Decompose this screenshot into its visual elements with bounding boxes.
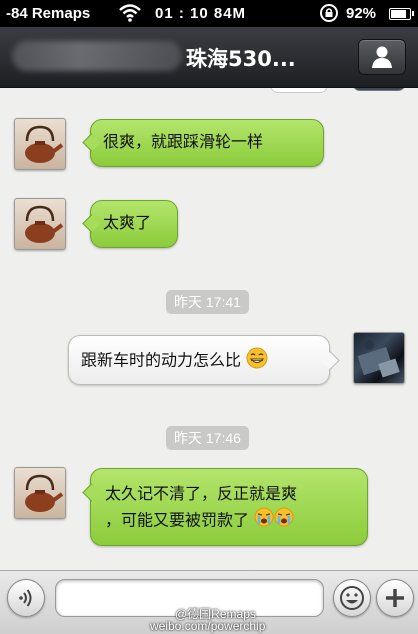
input-bar: @德国Remaps weibo.com/powerchip	[0, 570, 418, 634]
status-bar: -84 Remaps 01 : 10 84M 92%	[0, 0, 418, 27]
message-bubble[interactable]: 很爽，就跟踩滑轮一样	[90, 119, 324, 167]
battery-icon	[389, 8, 414, 20]
timestamp: 昨天 17:41	[166, 290, 249, 314]
crying-emoji-icon	[274, 507, 294, 535]
emoji-button[interactable]	[333, 579, 371, 617]
wifi-icon	[119, 3, 141, 27]
carrier-label: -84 Remaps	[6, 5, 91, 22]
chat-area[interactable]: 很爽，就跟踩滑轮一样 太爽了 昨天 17:41 跟新车时的动力怎么比 昨天 17…	[0, 88, 418, 570]
voice-button[interactable]	[7, 579, 45, 617]
message-bubble[interactable]: 跟新车时的动力怎么比	[68, 335, 330, 385]
message-text-line2: ，可能又要被罚款了	[105, 510, 250, 530]
grin-emoji-icon	[246, 347, 268, 375]
nav-bar: 珠海530...	[0, 27, 418, 88]
smiley-icon	[339, 585, 365, 615]
add-button[interactable]	[376, 579, 414, 617]
person-icon	[371, 45, 393, 73]
signal-text: 84M	[213, 5, 247, 22]
message-bubble[interactable]: 太爽了	[90, 200, 178, 248]
blurred-back-button[interactable]	[12, 41, 182, 71]
previous-message-avatar	[352, 88, 406, 91]
battery-percent: 92%	[346, 5, 377, 22]
message-text-line1: 太久记不清了，反正就是爽	[105, 484, 298, 503]
timestamp: 昨天 17:46	[166, 426, 249, 450]
rotation-lock-icon	[318, 3, 340, 27]
plus-icon	[384, 587, 406, 613]
crying-emoji-icon	[254, 507, 274, 535]
avatar[interactable]	[14, 118, 66, 170]
avatar[interactable]	[14, 198, 66, 250]
watermark-line2: weibo.com/powerchip	[150, 619, 266, 633]
previous-message-bubble	[270, 88, 328, 93]
profile-button[interactable]	[358, 39, 406, 75]
message-text: 跟新车时的动力怎么比	[81, 350, 242, 370]
message-bubble[interactable]: 太久记不清了，反正就是爽 ，可能又要被罚款了	[90, 468, 368, 546]
voice-icon	[16, 587, 38, 613]
avatar[interactable]	[353, 332, 405, 384]
page-title: 珠海530...	[186, 47, 296, 71]
clock: 01 : 10 84M	[155, 5, 247, 22]
message-text: 很爽，就跟踩滑轮一样	[103, 132, 264, 151]
message-text: 太爽了	[103, 213, 152, 232]
avatar[interactable]	[14, 467, 66, 519]
